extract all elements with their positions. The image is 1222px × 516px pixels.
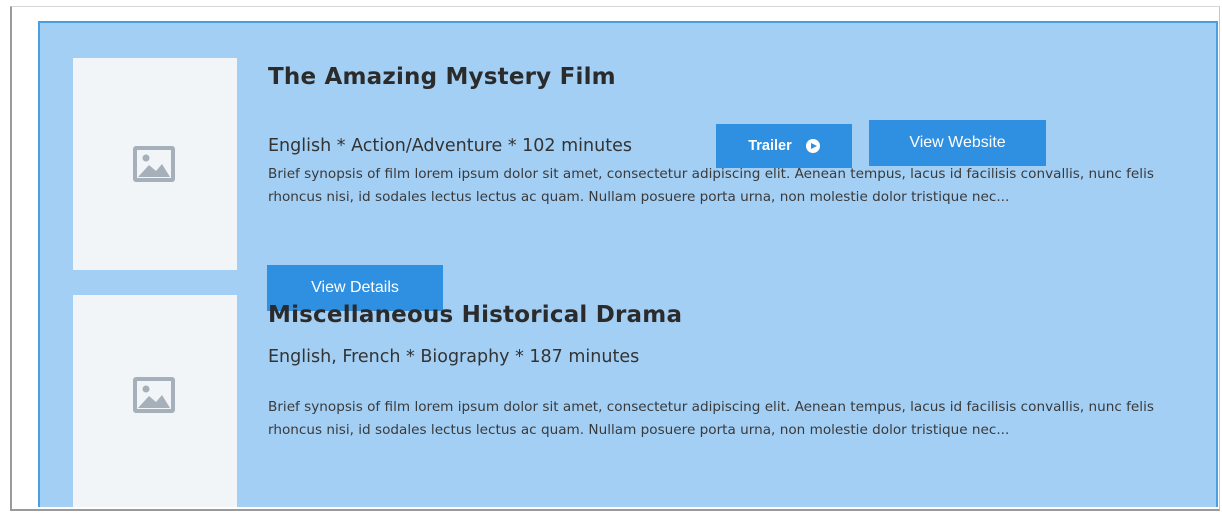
- trailer-button-label: Trailer: [748, 138, 792, 154]
- view-website-button[interactable]: View Website: [869, 120, 1046, 166]
- film-title[interactable]: Miscellaneous Historical Drama: [268, 302, 682, 328]
- image-placeholder-icon: [133, 146, 175, 182]
- play-icon: [805, 139, 820, 153]
- film-synopsis: Brief synopsis of film lorem ipsum dolor…: [268, 166, 1154, 205]
- film-synopsis: Brief synopsis of film lorem ipsum dolor…: [268, 399, 1154, 438]
- film-title[interactable]: The Amazing Mystery Film: [268, 64, 616, 90]
- film-meta: English, French * Biography * 187 minute…: [268, 347, 640, 367]
- image-placeholder-icon: [133, 377, 175, 413]
- film-thumbnail[interactable]: [73, 295, 237, 507]
- film-list-panel: The Amazing Mystery Film English * Actio…: [38, 21, 1218, 507]
- trailer-button[interactable]: Trailer: [716, 124, 852, 168]
- film-meta: English * Action/Adventure * 102 minutes: [268, 136, 632, 156]
- film-thumbnail[interactable]: [73, 58, 237, 270]
